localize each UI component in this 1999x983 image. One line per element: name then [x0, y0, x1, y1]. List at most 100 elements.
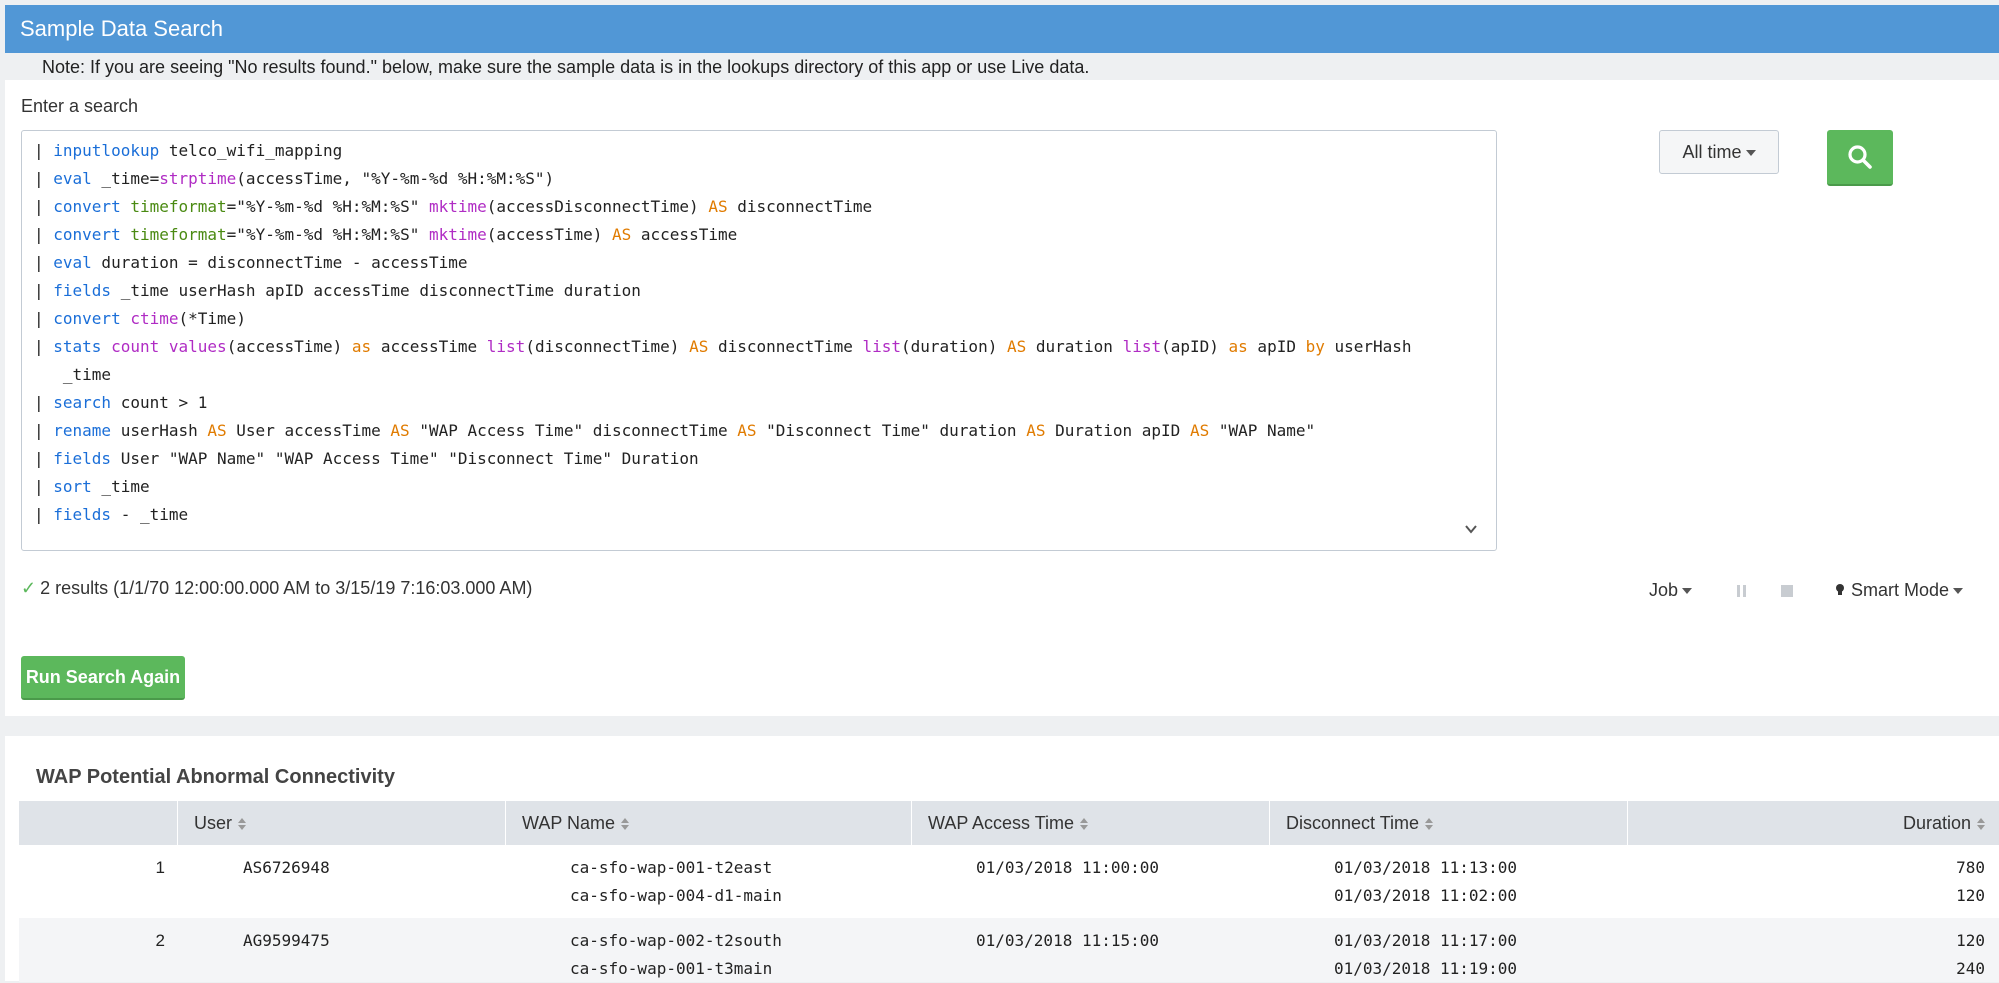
column-header-wap-access-time[interactable]: WAP Access Time	[911, 801, 1269, 845]
table-row[interactable]: 2 AG9599475 ca-sfo-wap-002-t2south ca-sf…	[19, 918, 1999, 982]
query-token: duration = disconnectTime - accessTime	[91, 253, 468, 272]
query-token: userHash	[1324, 337, 1412, 356]
query-token: |	[34, 309, 54, 328]
wap-name-cell: ca-sfo-wap-002-t2south	[570, 931, 782, 950]
query-token: (*Time)	[178, 309, 246, 328]
app-header: Sample Data Search	[5, 5, 1999, 53]
query-token: |	[34, 281, 54, 300]
query-token: AS	[612, 225, 632, 244]
query-token: list	[486, 337, 526, 356]
pause-icon[interactable]	[1735, 584, 1749, 598]
query-line: | inputlookup telco_wifi_mapping	[34, 137, 342, 165]
query-token: - _time	[111, 505, 189, 524]
query-token: ctime	[130, 309, 179, 328]
query-token: _time	[91, 477, 150, 496]
query-token: convert	[53, 309, 121, 328]
query-token: duration	[1026, 337, 1123, 356]
search-label: Enter a search	[21, 96, 139, 116]
query-token: |	[34, 505, 54, 524]
query-token: disconnectTime	[727, 197, 873, 216]
query-token: _time userHash apID accessTime disconnec…	[111, 281, 641, 300]
caret-down-icon	[1953, 588, 1964, 595]
table-header: User WAP Name WAP Access Time Disconnect…	[19, 801, 1999, 845]
sort-icon	[1080, 818, 1089, 831]
query-line: | eval duration = disconnectTime - acces…	[34, 249, 467, 277]
user-cell: AG9599475	[243, 931, 330, 950]
column-header-label: WAP Name	[522, 813, 616, 833]
query-token: search	[53, 393, 112, 412]
column-header-label: Duration	[1902, 813, 1971, 833]
column-header-duration[interactable]: Duration	[1627, 801, 1999, 845]
query-line: | convert timeformat="%Y-%m-%d %H:%M:%S"…	[34, 221, 737, 249]
run-search-again-button[interactable]: Run Search Again	[21, 656, 185, 700]
query-token: by	[1305, 337, 1325, 356]
query-token: fields	[53, 281, 112, 300]
access-time-cell: 01/03/2018 11:15:00	[976, 931, 1160, 950]
job-menu[interactable]: Job	[1649, 580, 1693, 601]
query-token: AS	[1026, 421, 1046, 440]
search-panel: Enter a search | inputlookup telco_wifi_…	[5, 80, 1999, 716]
query-token: (duration)	[901, 337, 1007, 356]
user-cell: AS6726948	[243, 858, 330, 877]
disconnect-time-cell: 01/03/2018 11:13:00	[1334, 858, 1518, 877]
column-header-user[interactable]: User	[177, 801, 505, 845]
search-button[interactable]	[1827, 130, 1893, 186]
query-token: sort	[53, 477, 92, 496]
query-token: AS	[207, 421, 227, 440]
chevron-down-icon[interactable]	[1464, 522, 1478, 536]
query-token: (apID)	[1161, 337, 1229, 356]
query-token	[159, 337, 169, 356]
column-header-label: WAP Access Time	[928, 813, 1075, 833]
time-range-label: All time	[1682, 142, 1742, 162]
query-token: apID	[1247, 337, 1306, 356]
query-token: |	[34, 421, 54, 440]
query-token: User accessTime	[226, 421, 391, 440]
query-token: timeformat	[130, 225, 227, 244]
query-token: AS	[1189, 421, 1210, 440]
query-token: AS	[390, 421, 410, 440]
query-token: (accessTime, "%Y-%m-%d %H:%M:%S")	[236, 169, 555, 188]
query-token: fields	[53, 505, 112, 524]
job-menu-label: Job	[1649, 580, 1679, 600]
query-line: | convert timeformat="%Y-%m-%d %H:%M:%S"…	[34, 193, 872, 221]
sort-icon	[1425, 818, 1434, 831]
table-row[interactable]: 1 AS6726948 ca-sfo-wap-001-t2east ca-sfo…	[19, 845, 1999, 918]
disconnect-time-cell: 01/03/2018 11:17:00	[1334, 931, 1518, 950]
query-token: |	[34, 225, 54, 244]
query-token: |	[34, 169, 54, 188]
query-token: "Disconnect Time" duration	[756, 421, 1027, 440]
query-token: count	[111, 337, 160, 356]
time-range-picker[interactable]: All time	[1659, 130, 1779, 174]
query-token: convert	[53, 197, 121, 216]
query-token: mktime	[428, 225, 487, 244]
page-title: Sample Data Search	[20, 16, 223, 41]
stop-icon[interactable]	[1781, 585, 1793, 597]
wap-name-cell: ca-sfo-wap-001-t3main	[570, 959, 773, 978]
row-index: 2	[155, 931, 165, 950]
search-mode-menu[interactable]: Smart Mode	[1835, 580, 1964, 601]
query-line: | fields - _time	[34, 501, 188, 529]
checkmark-icon: ✓	[21, 578, 37, 598]
column-header-wap-name[interactable]: WAP Name	[505, 801, 911, 845]
query-token: fields	[53, 449, 112, 468]
search-query-editor[interactable]: | inputlookup telco_wifi_mapping | eval _…	[21, 130, 1497, 551]
query-token: rename	[53, 421, 112, 440]
query-token: _time=	[91, 169, 160, 188]
query-token: as	[1228, 337, 1248, 356]
sample-data-note: Note: If you are seeing "No results foun…	[42, 57, 1090, 77]
query-token: inputlookup	[53, 141, 160, 160]
query-token: "WAP Access Time" disconnectTime	[409, 421, 738, 440]
query-token: mktime	[428, 197, 487, 216]
column-header-disconnect-time[interactable]: Disconnect Time	[1269, 801, 1627, 845]
query-token: (accessDisconnectTime)	[486, 197, 709, 216]
wap-name-cell: ca-sfo-wap-001-t2east	[570, 858, 773, 877]
disconnect-time-cell: 01/03/2018 11:19:00	[1334, 959, 1518, 978]
query-token: convert	[53, 225, 121, 244]
query-token: strptime	[159, 169, 237, 188]
column-header-index	[19, 801, 177, 845]
sort-icon	[238, 818, 247, 831]
caret-down-icon	[1682, 588, 1693, 595]
sort-icon	[1977, 818, 1985, 831]
caret-down-icon	[1745, 150, 1756, 157]
query-token: list	[862, 337, 901, 356]
